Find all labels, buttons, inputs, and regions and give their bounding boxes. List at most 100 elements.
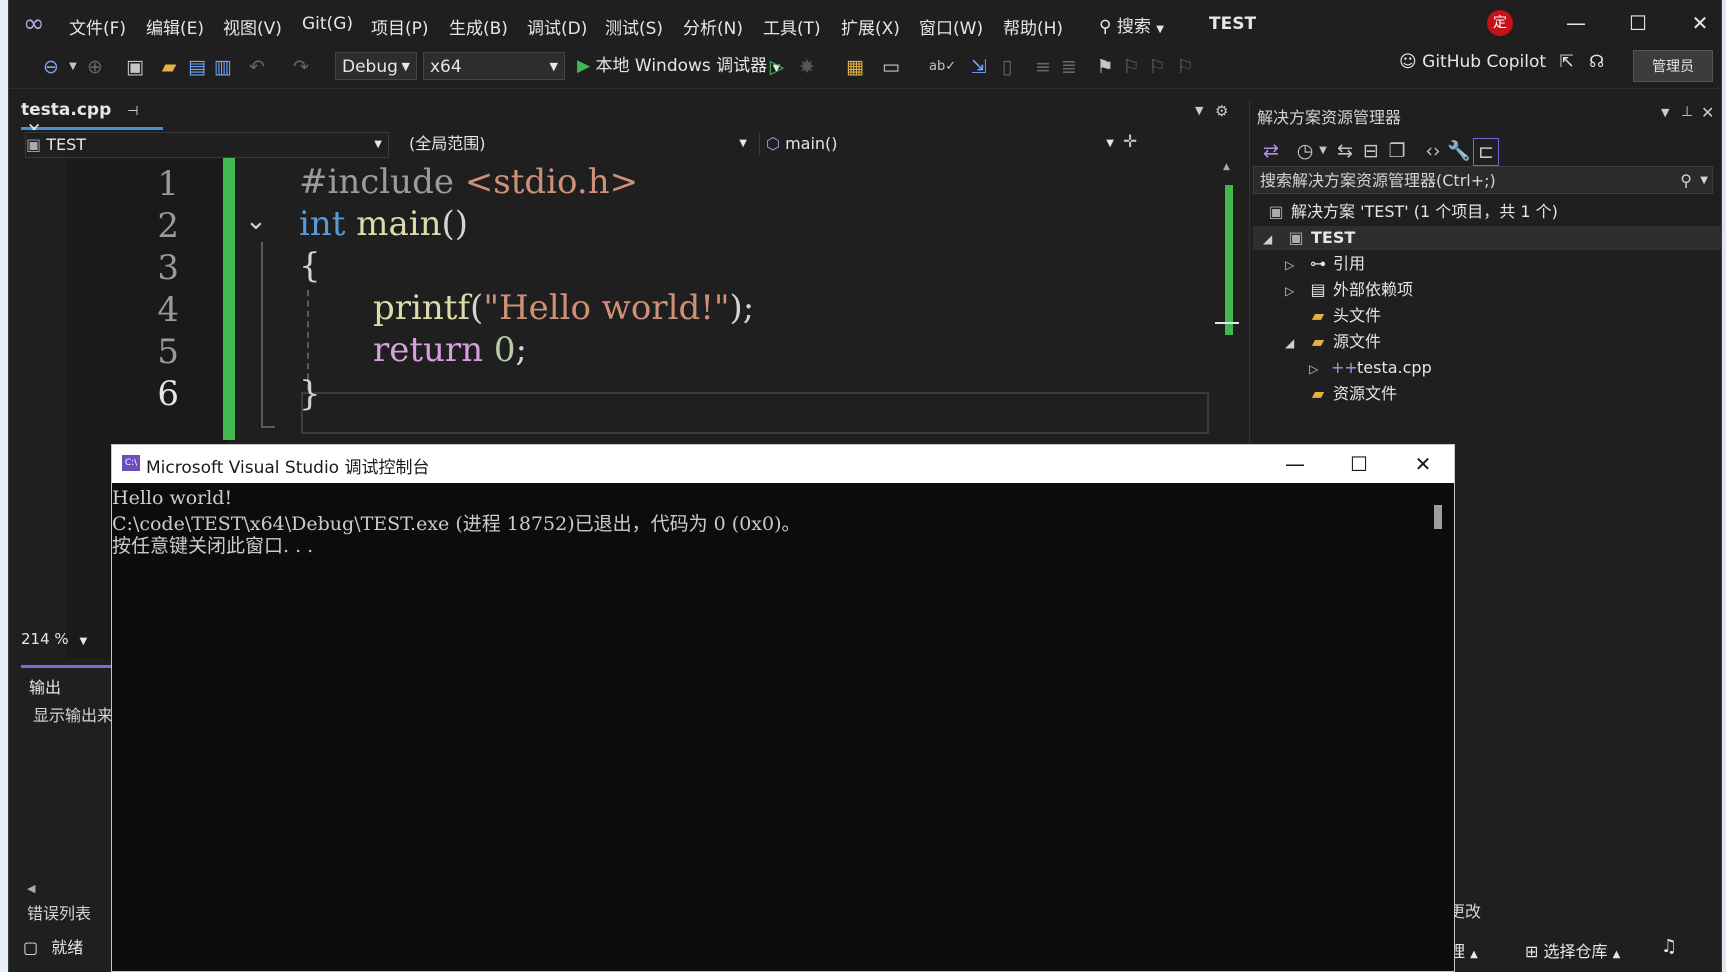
chevron-down-icon[interactable]: ▼ bbox=[1311, 138, 1335, 164]
open-folder-icon[interactable]: ▰ bbox=[157, 54, 181, 80]
share-icon[interactable]: ⇱ bbox=[1559, 52, 1573, 72]
preview-icon[interactable]: ⊏ bbox=[1473, 138, 1499, 166]
tree-resource-files[interactable]: ▰ 资源文件 bbox=[1285, 382, 1397, 406]
error-list-tab[interactable]: 错误列表 bbox=[27, 900, 91, 924]
uncomment-icon[interactable]: ≣ bbox=[1057, 54, 1081, 80]
config-select[interactable]: Debug ▼ bbox=[335, 52, 417, 80]
menu-extensions[interactable]: 扩展(X) bbox=[841, 14, 900, 39]
layout-icon[interactable]: ▭ bbox=[879, 54, 903, 80]
collapsed-icon[interactable]: ▷ bbox=[1285, 253, 1307, 277]
code-line-2[interactable]: int main() bbox=[299, 204, 468, 244]
scroll-up-icon[interactable]: ▲ bbox=[1223, 162, 1230, 172]
new-project-icon[interactable]: ▣ bbox=[123, 54, 147, 80]
code-line-6[interactable]: } bbox=[299, 374, 321, 414]
switch-views-icon[interactable]: ⇄ bbox=[1259, 138, 1283, 164]
tree-references[interactable]: ▷ ⊶ 引用 bbox=[1285, 252, 1365, 276]
next-bookmark-icon[interactable]: ⚐ bbox=[1145, 54, 1169, 80]
menu-project[interactable]: 项目(P) bbox=[371, 14, 429, 39]
member-select[interactable]: ⬡ main() ▼ bbox=[759, 132, 1120, 156]
avatar[interactable]: 定 bbox=[1487, 10, 1513, 36]
solution-search-input[interactable]: 搜索解决方案资源管理器(Ctrl+;) ⚲ ▼ bbox=[1253, 166, 1713, 194]
console-close-button[interactable]: ✕ bbox=[1408, 449, 1438, 479]
clear-bookmarks-icon[interactable]: ⚐ bbox=[1173, 54, 1197, 80]
gear-icon[interactable]: ⚙ bbox=[1215, 102, 1228, 120]
pin-icon[interactable]: ⊣ bbox=[127, 104, 138, 119]
tree-header-files[interactable]: ▰ 头文件 bbox=[1285, 304, 1381, 328]
debug-console-window[interactable]: C:\ Microsoft Visual Studio 调试控制台 — ☐ ✕ … bbox=[111, 444, 1455, 972]
menu-analyze[interactable]: 分析(N) bbox=[683, 14, 743, 39]
start-without-debugging-icon[interactable]: ▷ bbox=[765, 54, 789, 80]
menu-tools[interactable]: 工具(T) bbox=[763, 14, 821, 39]
view-code-icon[interactable]: ‹› bbox=[1421, 138, 1445, 164]
browse-folder-icon[interactable]: ▦ bbox=[843, 54, 867, 80]
menu-git[interactable]: Git(G) bbox=[302, 14, 353, 34]
bookmark-icon[interactable]: ⚑ bbox=[1093, 54, 1117, 80]
code-line-3[interactable]: { bbox=[299, 246, 321, 286]
code-line-1[interactable]: #include <stdio.h> bbox=[299, 162, 638, 202]
tree-project[interactable]: ◢ ▣ TEST bbox=[1263, 226, 1355, 250]
zoom-level-select[interactable]: 214 % ▼ bbox=[21, 630, 109, 654]
platform-select[interactable]: x64 ▼ bbox=[423, 52, 565, 80]
collapsed-icon[interactable]: ▷ bbox=[1309, 357, 1331, 381]
undo-icon[interactable]: ↶ bbox=[245, 54, 269, 80]
code-line-5[interactable]: return 0; bbox=[373, 330, 527, 370]
spell-check-icon[interactable]: ab✓ bbox=[929, 54, 956, 80]
scroll-left-icon[interactable]: ◀ bbox=[27, 882, 35, 895]
console-minimize-button[interactable]: — bbox=[1280, 449, 1310, 479]
panel-options-icon[interactable]: ▼ bbox=[1661, 106, 1669, 119]
menu-test[interactable]: 测试(S) bbox=[605, 14, 663, 39]
search-button[interactable]: ⚲ 搜索 ▼ bbox=[1099, 12, 1164, 37]
forward-icon[interactable]: ⊕ bbox=[83, 54, 107, 80]
tree-solution[interactable]: ▣ 解决方案 'TEST' (1 个项目，共 1 个) bbox=[1265, 200, 1557, 224]
menu-file[interactable]: 文件(F) bbox=[69, 14, 126, 39]
console-title-bar[interactable]: C:\ Microsoft Visual Studio 调试控制台 — ☐ ✕ bbox=[112, 445, 1454, 483]
menu-debug[interactable]: 调试(D) bbox=[527, 14, 587, 39]
indent-icon[interactable]: ▯ bbox=[995, 54, 1019, 80]
collapse-chevron-icon[interactable]: ⌄ bbox=[245, 206, 267, 236]
close-button[interactable]: ✕ bbox=[1685, 8, 1715, 38]
scrollbar-thumb[interactable] bbox=[1225, 185, 1233, 335]
menu-build[interactable]: 生成(B) bbox=[449, 14, 508, 39]
feedback-icon[interactable]: ☊ bbox=[1589, 52, 1604, 72]
scope-select[interactable]: (全局范围) ▼ bbox=[397, 132, 753, 156]
save-icon[interactable]: ▤ bbox=[185, 54, 209, 80]
comment-icon[interactable]: ≡ bbox=[1031, 54, 1055, 80]
show-all-files-icon[interactable]: ❐ bbox=[1385, 138, 1409, 164]
maximize-button[interactable]: ☐ bbox=[1623, 8, 1653, 38]
code-line-4[interactable]: printf("Hello world!"); bbox=[373, 288, 754, 328]
github-copilot-button[interactable]: ☺ GitHub Copilot ⇱ ☊ bbox=[1399, 52, 1604, 72]
menu-edit[interactable]: 编辑(E) bbox=[146, 14, 204, 39]
chevron-down-icon[interactable]: ▼ bbox=[61, 54, 85, 80]
save-all-icon[interactable]: ▥ bbox=[211, 54, 235, 80]
expanded-icon[interactable]: ◢ bbox=[1263, 227, 1285, 251]
start-debugging-button[interactable]: ▶ 本地 Windows 调试器 ▼ bbox=[577, 52, 780, 80]
close-icon[interactable]: ✕ bbox=[1701, 103, 1714, 122]
hot-reload-icon[interactable]: ✸ bbox=[795, 54, 819, 80]
expanded-icon[interactable]: ◢ bbox=[1285, 331, 1307, 355]
step-icon[interactable]: ⇲ bbox=[967, 54, 991, 80]
collapse-all-icon[interactable]: ⊟ bbox=[1359, 138, 1383, 164]
tree-external-deps[interactable]: ▷ ▤ 外部依赖项 bbox=[1285, 278, 1413, 302]
split-icon[interactable]: ✛ bbox=[1123, 132, 1137, 152]
minimize-button[interactable]: — bbox=[1561, 8, 1591, 38]
pin-icon[interactable]: ⊥ bbox=[1681, 104, 1693, 120]
output-panel-header[interactable]: 输出 bbox=[21, 665, 111, 698]
collapsed-icon[interactable]: ▷ bbox=[1285, 279, 1307, 303]
properties-icon[interactable]: 🔧 bbox=[1447, 138, 1471, 164]
tab-overflow-icon[interactable]: ▼ bbox=[1195, 104, 1203, 117]
console-scrollbar-thumb[interactable] bbox=[1434, 505, 1442, 529]
select-repository-button[interactable]: ⊞ 选择仓库 ▲ bbox=[1525, 938, 1620, 962]
back-icon[interactable]: ⊖ bbox=[39, 54, 63, 80]
redo-icon[interactable]: ↷ bbox=[289, 54, 313, 80]
menu-view[interactable]: 视图(V) bbox=[223, 14, 282, 39]
project-select[interactable]: ▣ TEST ▼ bbox=[25, 132, 389, 158]
menu-window[interactable]: 窗口(W) bbox=[919, 14, 983, 39]
console-maximize-button[interactable]: ☐ bbox=[1344, 449, 1374, 479]
menu-help[interactable]: 帮助(H) bbox=[1003, 14, 1063, 39]
tree-source-files[interactable]: ◢ ▰ 源文件 bbox=[1285, 330, 1381, 354]
sync-icon[interactable]: ⇆ bbox=[1333, 138, 1357, 164]
tab-testa-cpp[interactable]: testa.cpp ⊣ ✕ bbox=[21, 100, 163, 140]
notifications-bell-icon[interactable]: ♫ bbox=[1661, 936, 1677, 957]
tree-testa-cpp[interactable]: ▷ ++testa.cpp bbox=[1309, 356, 1432, 380]
prev-bookmark-icon[interactable]: ⚐ bbox=[1119, 54, 1143, 80]
